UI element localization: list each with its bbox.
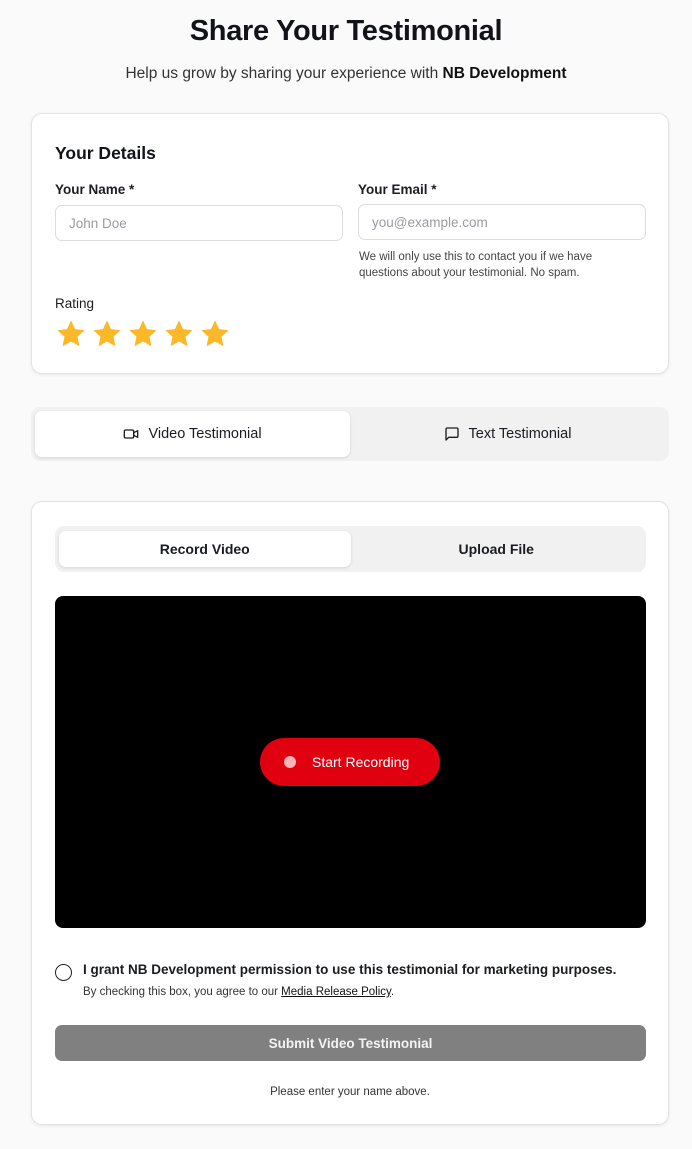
testimonial-type-tabs: Video Testimonial Text Testimonial: [31, 407, 669, 461]
start-recording-label: Start Recording: [312, 754, 410, 770]
details-card: Your Details Your Name * Your Email * We…: [31, 113, 669, 374]
video-source-tabs: Record Video Upload File: [55, 526, 646, 572]
video-preview: Start Recording: [55, 596, 646, 928]
message-square-icon: [444, 427, 459, 441]
name-label: Your Name *: [55, 182, 135, 197]
record-dot-icon: [284, 756, 296, 768]
star-icon[interactable]: [127, 318, 159, 350]
tab-video-label: Video Testimonial: [148, 426, 262, 442]
tab-record-video[interactable]: Record Video: [59, 531, 351, 567]
star-rating[interactable]: [55, 318, 231, 350]
details-title: Your Details: [55, 143, 156, 163]
tab-text-label: Text Testimonial: [468, 426, 572, 442]
page-header: Share Your Testimonial Help us grow by s…: [0, 0, 692, 84]
page-title: Share Your Testimonial: [189, 15, 503, 47]
consent-subtext: By checking this box, you agree to our M…: [83, 986, 395, 998]
tab-upload-file[interactable]: Upload File: [351, 531, 643, 567]
start-recording-button[interactable]: Start Recording: [260, 738, 440, 786]
submit-note: Please enter your name above.: [270, 1086, 430, 1098]
email-input[interactable]: [358, 204, 646, 240]
email-label: Your Email *: [358, 182, 437, 197]
company-name: NB Development: [442, 65, 567, 82]
star-icon[interactable]: [199, 318, 231, 350]
tab-video-testimonial[interactable]: Video Testimonial: [35, 411, 350, 457]
consent-checkbox[interactable]: [55, 964, 72, 981]
star-icon[interactable]: [55, 318, 87, 350]
consent-text: I grant NB Development permission to use…: [83, 962, 617, 977]
video-card: Record Video Upload File Start Recording…: [31, 501, 669, 1125]
media-release-policy-link[interactable]: Media Release Policy: [281, 986, 391, 998]
submit-button[interactable]: Submit Video Testimonial: [55, 1025, 646, 1061]
consent-company: NB Development: [128, 962, 237, 977]
star-icon[interactable]: [91, 318, 123, 350]
page-subtitle: Help us grow by sharing your experience …: [125, 65, 567, 82]
tab-text-testimonial[interactable]: Text Testimonial: [350, 411, 665, 457]
video-camera-icon: [124, 429, 139, 439]
star-icon[interactable]: [163, 318, 195, 350]
rating-label: Rating: [55, 296, 95, 311]
name-input[interactable]: [55, 205, 343, 241]
email-help-text: We will only use this to contact you if …: [359, 251, 593, 279]
